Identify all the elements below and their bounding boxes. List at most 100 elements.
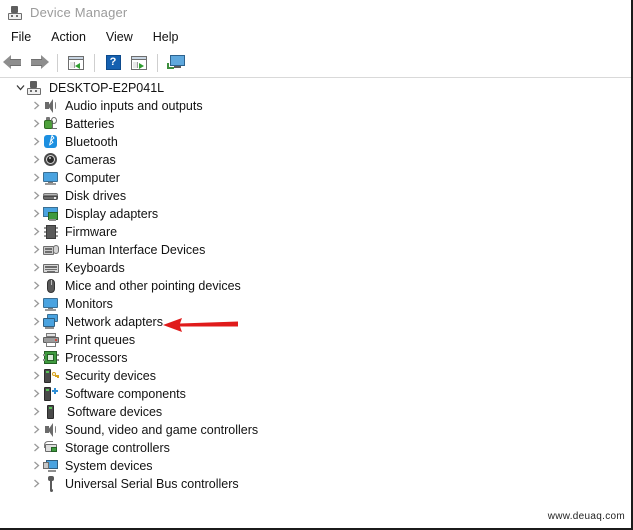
camera-icon: [43, 152, 59, 168]
tree-item-display-adapters[interactable]: Display adapters: [0, 205, 631, 223]
processor-icon: [43, 350, 59, 366]
menu-view[interactable]: View: [97, 27, 142, 47]
chevron-right-icon[interactable]: [30, 475, 43, 493]
forward-arrow-icon: [29, 55, 49, 70]
device-manager-icon: [8, 5, 24, 21]
forward-button[interactable]: [26, 51, 52, 75]
window-title: Device Manager: [30, 5, 128, 20]
tree-item-label: Computer: [65, 171, 120, 185]
battery-icon: [43, 116, 59, 132]
back-button[interactable]: [0, 51, 26, 75]
chevron-right-icon[interactable]: [30, 439, 43, 457]
tree-item-print-queues[interactable]: Print queues: [0, 331, 631, 349]
tree-item-computer[interactable]: Computer: [0, 169, 631, 187]
chevron-right-icon[interactable]: [30, 367, 43, 385]
tree-item-label: Security devices: [65, 369, 157, 383]
properties-button[interactable]: [63, 51, 89, 75]
chevron-right-icon[interactable]: [30, 385, 43, 403]
chevron-right-icon[interactable]: [30, 97, 43, 115]
tree-item-mice-and-other-pointing-devices[interactable]: Mice and other pointing devices: [0, 277, 631, 295]
chevron-right-icon[interactable]: [30, 169, 43, 187]
tree-item-human-interface-devices[interactable]: Human Interface Devices: [0, 241, 631, 259]
tree-item-label: Sound, video and game controllers: [65, 423, 259, 437]
tree-item-keyboards[interactable]: Keyboards: [0, 259, 631, 277]
tree-item-label: Processors: [65, 351, 128, 365]
disk-drive-icon: [43, 188, 59, 204]
display-adapter-icon: [43, 206, 59, 222]
chevron-right-icon[interactable]: [30, 187, 43, 205]
tree-item-label: Display adapters: [65, 207, 159, 221]
back-arrow-icon: [3, 55, 23, 70]
tree-item-bluetooth[interactable]: ᛒ Bluetooth: [0, 133, 631, 151]
software-device-icon: [43, 404, 61, 420]
storage-controller-icon: [43, 440, 59, 456]
tree-item-sound-video-and-game-controllers[interactable]: Sound, video and game controllers: [0, 421, 631, 439]
tree-item-label: Network adapters: [65, 315, 163, 329]
chevron-right-icon[interactable]: [30, 223, 43, 241]
chevron-right-icon[interactable]: [30, 403, 43, 421]
watermark: www.deuaq.com: [547, 511, 625, 522]
tree-item-label: Mice and other pointing devices: [65, 279, 241, 293]
toolbar: ?: [0, 48, 631, 78]
menu-action[interactable]: Action: [42, 27, 95, 47]
tree-item-label: Universal Serial Bus controllers: [65, 477, 239, 491]
chevron-right-icon[interactable]: [30, 115, 43, 133]
tree-item-label: Firmware: [65, 225, 118, 239]
tree-item-monitors[interactable]: Monitors: [0, 295, 631, 313]
tree-item-audio-inputs-and-outputs[interactable]: Audio inputs and outputs: [0, 97, 631, 115]
security-device-icon: [43, 368, 59, 384]
tree-item-label: Batteries: [65, 117, 115, 131]
tree-item-security-devices[interactable]: Security devices: [0, 367, 631, 385]
tree-item-processors[interactable]: Processors: [0, 349, 631, 367]
chevron-right-icon[interactable]: [30, 205, 43, 223]
tree-item-label: System devices: [65, 459, 153, 473]
chevron-right-icon[interactable]: [30, 259, 43, 277]
tree-item-label: Audio inputs and outputs: [65, 99, 203, 113]
firmware-chip-icon: [43, 224, 59, 240]
menu-help[interactable]: Help: [144, 27, 188, 47]
speaker-icon: [43, 422, 59, 438]
tree-item-cameras[interactable]: Cameras: [0, 151, 631, 169]
device-tree[interactable]: DESKTOP-E2P041L Audio inputs and outputs…: [0, 79, 631, 528]
chevron-right-icon[interactable]: [30, 331, 43, 349]
bluetooth-icon: ᛒ: [43, 134, 59, 150]
chevron-right-icon[interactable]: [30, 313, 43, 331]
tree-root-label: DESKTOP-E2P041L: [49, 81, 165, 95]
tree-item-software-devices[interactable]: Software devices: [0, 403, 631, 421]
keyboard-icon: [43, 260, 59, 276]
chevron-down-icon[interactable]: [14, 79, 27, 97]
tree-item-label: Monitors: [65, 297, 113, 311]
update-driver-button[interactable]: [163, 51, 189, 75]
chevron-right-icon[interactable]: [30, 421, 43, 439]
chevron-right-icon[interactable]: [30, 457, 43, 475]
tree-item-label: Storage controllers: [65, 441, 170, 455]
monitor-icon: [43, 170, 59, 186]
tree-item-label: Software components: [65, 387, 186, 401]
help-button[interactable]: ?: [100, 51, 126, 75]
tree-item-firmware[interactable]: Firmware: [0, 223, 631, 241]
chevron-right-icon[interactable]: [30, 241, 43, 259]
chevron-right-icon[interactable]: [30, 277, 43, 295]
scan-icon: [131, 55, 147, 70]
tree-item-label: Human Interface Devices: [65, 243, 206, 257]
mouse-icon: [43, 278, 59, 294]
tree-item-universal-serial-bus-controllers[interactable]: Universal Serial Bus controllers: [0, 475, 631, 493]
chevron-right-icon[interactable]: [30, 349, 43, 367]
chevron-right-icon[interactable]: [30, 151, 43, 169]
toolbar-separator-3: [157, 53, 158, 72]
tree-item-network-adapters[interactable]: Network adapters: [0, 313, 631, 331]
menu-file[interactable]: File: [2, 27, 40, 47]
usb-icon: [43, 476, 59, 492]
chevron-right-icon[interactable]: [30, 295, 43, 313]
tree-item-storage-controllers[interactable]: Storage controllers: [0, 439, 631, 457]
menu-bar: File Action View Help: [0, 26, 631, 48]
tree-item-batteries[interactable]: Batteries: [0, 115, 631, 133]
chevron-right-icon[interactable]: [30, 133, 43, 151]
tree-item-disk-drives[interactable]: Disk drives: [0, 187, 631, 205]
scan-hardware-changes-button[interactable]: [126, 51, 152, 75]
tree-root-node[interactable]: DESKTOP-E2P041L: [0, 79, 631, 97]
tree-item-label: Print queues: [65, 333, 136, 347]
tree-item-system-devices[interactable]: System devices: [0, 457, 631, 475]
help-question-icon: ?: [105, 55, 121, 70]
tree-item-software-components[interactable]: Software components: [0, 385, 631, 403]
